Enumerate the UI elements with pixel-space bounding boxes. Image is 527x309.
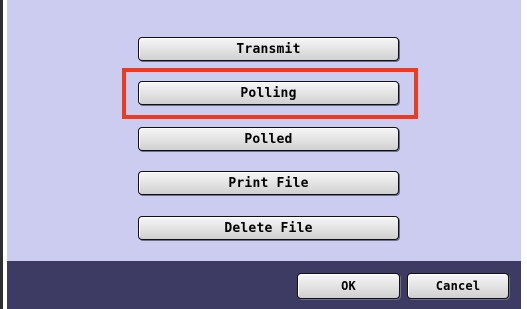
device-screen: Transmit Polling Polled Print File Delet… [0,0,527,309]
transmit-button-label: Transmit [236,41,301,57]
polling-button-label: Polling [240,85,297,101]
print-file-button-label: Print File [228,175,309,191]
transmit-button[interactable]: Transmit [138,37,399,61]
delete-file-button-label: Delete File [224,220,313,236]
cancel-button-label: Cancel [435,279,481,293]
polled-button-label: Polled [244,131,293,147]
polled-button[interactable]: Polled [138,127,399,151]
delete-file-button[interactable]: Delete File [138,216,399,240]
ok-button-label: OK [341,279,356,293]
screen-right-edge [521,0,527,309]
ok-button[interactable]: OK [297,273,400,299]
polling-button[interactable]: Polling [138,81,399,105]
cancel-button[interactable]: Cancel [407,273,509,299]
print-file-button[interactable]: Print File [138,171,399,195]
screen-left-edge [0,0,7,309]
